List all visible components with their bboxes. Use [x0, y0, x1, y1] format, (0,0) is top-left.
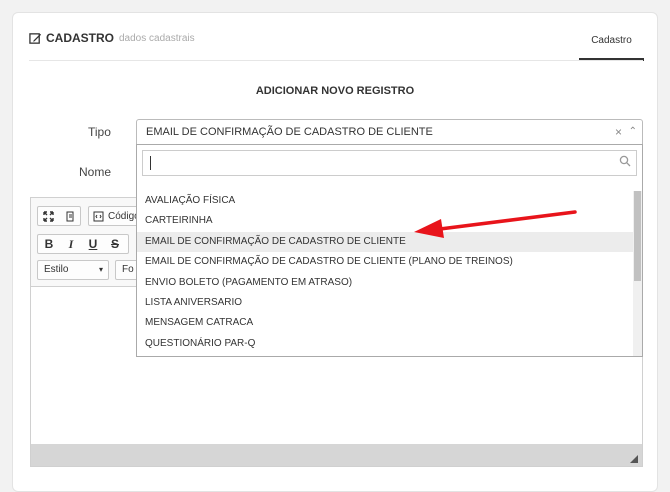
strikethrough-button[interactable]: S: [104, 235, 126, 253]
cadastro-panel: CADASTRO dados cadastrais Cadastro ADICI…: [12, 12, 658, 492]
toolbar-group-format: B I U S: [37, 234, 129, 254]
dropdown-option[interactable]: QUESTIONÁRIO PAR-Q: [137, 334, 633, 354]
tipo-select-value: EMAIL DE CONFIRMAÇÃO DE CADASTRO DE CLIE…: [146, 126, 433, 138]
edit-icon: [29, 32, 42, 44]
resize-handle-icon[interactable]: [630, 455, 638, 463]
font-select-label: Fo: [122, 264, 134, 275]
panel-header: CADASTRO dados cadastrais: [29, 31, 195, 45]
tipo-label: Tipo: [88, 125, 111, 139]
source-icon: [93, 211, 104, 221]
tipo-dropdown: AVALIAÇÃO FÍSICA CARTEIRINHA EMAIL DE CO…: [136, 144, 643, 357]
page-title: CADASTRO: [46, 31, 114, 45]
dropdown-option-highlighted[interactable]: EMAIL DE CONFIRMAÇÃO DE CADASTRO DE CLIE…: [137, 231, 633, 253]
scrollbar-thumb[interactable]: [634, 191, 641, 281]
chevron-up-icon[interactable]: ⌃: [629, 120, 637, 144]
underline-button[interactable]: U: [82, 235, 104, 253]
tipo-select[interactable]: EMAIL DE CONFIRMAÇÃO DE CADASTRO DE CLIE…: [136, 119, 643, 145]
italic-button[interactable]: I: [60, 235, 82, 253]
dropdown-option[interactable]: MENSAGEM CATRACA: [137, 313, 633, 333]
form-title: ADICIONAR NOVO REGISTRO: [255, 85, 415, 97]
clear-icon[interactable]: ×: [615, 120, 622, 144]
dropdown-option[interactable]: EMAIL DE CONFIRMAÇÃO DE CADASTRO DE CLIE…: [137, 252, 633, 272]
dropdown-scrollbar[interactable]: [633, 191, 642, 356]
editor-statusbar: [31, 444, 642, 466]
source-code-label: Código: [108, 210, 140, 222]
bold-button[interactable]: B: [38, 235, 60, 253]
dropdown-option[interactable]: CARTEIRINHA: [137, 211, 633, 231]
dropdown-option[interactable]: AVALIAÇÃO FÍSICA: [137, 191, 633, 211]
style-select[interactable]: Estilo ▾: [37, 260, 109, 280]
nome-label: Nome: [79, 165, 112, 179]
dropdown-options: AVALIAÇÃO FÍSICA CARTEIRINHA EMAIL DE CO…: [137, 191, 633, 354]
dropdown-option[interactable]: ENVIO BOLETO (PAGAMENTO EM ATRASO): [137, 273, 633, 293]
dropdown-option[interactable]: LISTA ANIVERSARIO: [137, 293, 633, 313]
show-blocks-icon[interactable]: [59, 207, 80, 225]
tab-cadastro[interactable]: Cadastro: [579, 35, 644, 46]
style-select-label: Estilo: [44, 264, 69, 275]
page-subtitle: dados cadastrais: [119, 32, 195, 44]
maximize-icon[interactable]: [38, 207, 59, 225]
toolbar-group-view: [37, 206, 81, 226]
caret-down-icon: ▾: [98, 265, 103, 274]
text-cursor: [150, 156, 151, 170]
divider: [29, 60, 643, 61]
dropdown-search-input[interactable]: [142, 150, 637, 176]
search-icon: [619, 155, 631, 167]
